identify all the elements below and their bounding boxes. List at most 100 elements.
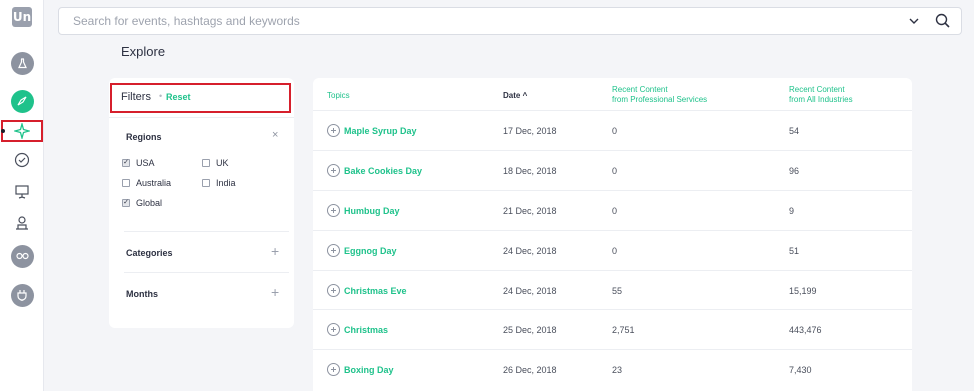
header-all-line1: Recent Content (789, 85, 845, 94)
topic-link[interactable]: Boxing Day (327, 350, 394, 389)
add-topic-icon[interactable] (327, 164, 340, 177)
header-topics[interactable]: Topics (327, 91, 350, 101)
table-row: Christmas Eve 24 Dec, 2018 55 15,199 (313, 270, 912, 310)
lab-flask-icon[interactable] (10, 51, 34, 75)
region-label: USA (136, 158, 155, 168)
date-cell: 18 Dec, 2018 (503, 165, 557, 176)
topic-label[interactable]: Humbug Day (344, 206, 400, 216)
search-input[interactable] (73, 8, 873, 34)
add-topic-icon[interactable] (327, 284, 340, 297)
region-label: India (216, 178, 236, 188)
divider (124, 231, 289, 232)
all-industries-count-cell: 9 (789, 205, 795, 216)
header-all-industries[interactable]: Recent Content from All Industries (789, 85, 853, 105)
region-label: Australia (136, 178, 172, 188)
topic-label[interactable]: Bake Cookies Day (344, 166, 422, 176)
date-cell: 17 Dec, 2018 (503, 125, 557, 136)
topic-label[interactable]: Boxing Day (344, 365, 394, 375)
region-label: UK (216, 158, 229, 168)
all-industries-count-cell: 51 (789, 245, 800, 256)
topic-link[interactable]: Christmas (327, 310, 388, 349)
topic-label[interactable]: Maple Syrup Day (344, 126, 417, 136)
checkbox-icon[interactable]: ✓ (122, 199, 130, 207)
months-title[interactable]: Months (126, 289, 158, 299)
header-professional-line1: Recent Content (612, 85, 668, 94)
all-industries-count-cell: 443,476 (789, 324, 822, 335)
add-topic-icon[interactable] (327, 204, 340, 217)
date-cell: 21 Dec, 2018 (503, 205, 557, 216)
header-professional[interactable]: Recent Content from Professional Service… (612, 85, 707, 105)
close-icon[interactable]: × (272, 129, 278, 141)
add-topic-icon[interactable] (327, 363, 340, 376)
table-row: Boxing Day 26 Dec, 2018 23 7,430 (313, 349, 912, 389)
all-industries-count-cell: 15,199 (789, 285, 817, 296)
compass-icon[interactable] (10, 89, 34, 113)
professional-count-cell: 0 (612, 205, 618, 216)
expand-categories-icon[interactable]: + (271, 243, 279, 259)
professional-count-cell: 23 (612, 364, 623, 375)
table-row: Humbug Day 21 Dec, 2018 0 9 (313, 190, 912, 230)
professional-count-cell: 0 (612, 125, 618, 136)
expand-months-icon[interactable]: + (271, 284, 279, 300)
add-topic-icon[interactable] (327, 124, 340, 137)
checkbox-icon[interactable] (202, 179, 210, 187)
table-row: Christmas 25 Dec, 2018 2,751 443,476 (313, 309, 912, 349)
regions-title: Regions (126, 132, 162, 142)
professional-count-cell: 0 (612, 245, 618, 256)
professional-count-cell: 2,751 (612, 324, 635, 335)
topic-label[interactable]: Eggnog Day (344, 246, 397, 256)
topic-link[interactable]: Humbug Day (327, 191, 400, 230)
glasses-icon[interactable] (10, 244, 34, 268)
active-nav-indicator (1, 129, 5, 133)
checkbox-icon[interactable]: ✓ (122, 159, 130, 167)
add-topic-icon[interactable] (327, 244, 340, 257)
topic-label[interactable]: Christmas Eve (344, 286, 407, 296)
region-checkbox-usa[interactable]: ✓ USA (122, 158, 155, 168)
filters-highlight-box (110, 83, 291, 113)
region-checkbox-global[interactable]: ✓ Global (122, 198, 162, 208)
presentation-icon[interactable] (10, 180, 34, 204)
all-industries-count-cell: 54 (789, 125, 800, 136)
search-bar (58, 7, 962, 35)
header-date-label: Date (503, 91, 521, 100)
plug-icon[interactable] (10, 283, 34, 307)
topic-link[interactable]: Eggnog Day (327, 231, 397, 270)
chevron-down-icon[interactable] (908, 14, 920, 28)
date-cell: 25 Dec, 2018 (503, 324, 557, 335)
region-label: Global (136, 198, 163, 208)
active-nav-highlight (1, 120, 43, 142)
region-checkbox-australia[interactable]: Australia (122, 178, 171, 188)
person-podium-icon[interactable] (10, 211, 34, 235)
professional-count-cell: 55 (612, 285, 623, 296)
topic-link[interactable]: Maple Syrup Day (327, 111, 417, 150)
all-industries-count-cell: 96 (789, 165, 800, 176)
table-row: Maple Syrup Day 17 Dec, 2018 0 54 (313, 110, 912, 150)
date-cell: 24 Dec, 2018 (503, 285, 557, 296)
search-icon[interactable] (935, 13, 951, 29)
professional-count-cell: 0 (612, 165, 618, 176)
sort-ascending-icon: ^ (522, 91, 528, 100)
sidebar: Un (0, 0, 44, 391)
all-industries-count-cell: 7,430 (789, 364, 812, 375)
checkbox-icon[interactable] (202, 159, 210, 167)
header-all-line2: from All Industries (789, 95, 853, 104)
checkmark-circle-icon[interactable] (10, 148, 34, 172)
topics-table: Topics Date ^ Recent Content from Profes… (313, 78, 912, 391)
checkbox-icon[interactable] (122, 179, 130, 187)
filters-panel: Filters • Reset Regions × ✓ USA UK Austr… (109, 78, 294, 328)
topic-link[interactable]: Bake Cookies Day (327, 151, 422, 190)
table-row: Bake Cookies Day 18 Dec, 2018 0 96 (313, 150, 912, 190)
divider (124, 272, 289, 273)
topic-link[interactable]: Christmas Eve (327, 271, 407, 310)
header-date[interactable]: Date ^ (503, 91, 527, 101)
categories-title[interactable]: Categories (126, 248, 173, 258)
region-checkbox-india[interactable]: India (202, 178, 236, 188)
header-professional-line2: from Professional Services (612, 95, 708, 104)
topic-label[interactable]: Christmas (344, 325, 388, 335)
table-row: Eggnog Day 24 Dec, 2018 0 51 (313, 230, 912, 270)
date-cell: 24 Dec, 2018 (503, 245, 557, 256)
region-checkbox-uk[interactable]: UK (202, 158, 229, 168)
page-title: Explore (121, 44, 166, 59)
add-topic-icon[interactable] (327, 323, 340, 336)
app-logo[interactable]: Un (12, 7, 32, 27)
